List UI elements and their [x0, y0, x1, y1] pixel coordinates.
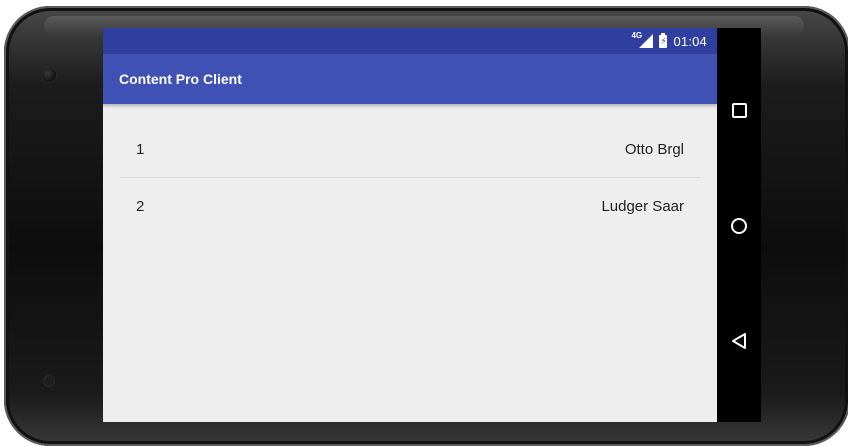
recents-button[interactable]	[717, 88, 761, 132]
status-time: 01:04	[673, 33, 707, 49]
list-item[interactable]: 1 Otto Brgl	[120, 121, 700, 178]
home-icon	[731, 218, 747, 234]
device-frame: 4G ⚡ 01:04 Content Pro Client 1 Otto Brg…	[0, 0, 848, 446]
app-bar: Content Pro Client	[103, 54, 717, 104]
item-id: 2	[136, 198, 145, 215]
front-camera	[42, 68, 56, 82]
back-button[interactable]	[717, 319, 761, 363]
status-bar: 4G ⚡ 01:04	[103, 28, 717, 54]
list-item[interactable]: 2 Ludger Saar	[120, 178, 700, 234]
item-name: Ludger Saar	[601, 198, 684, 215]
charging-bolt-icon: ⚡	[660, 35, 667, 46]
back-icon	[732, 333, 746, 349]
navigation-bar	[717, 28, 761, 422]
app-title: Content Pro Client	[119, 71, 242, 87]
content-list: 1 Otto Brgl 2 Ludger Saar	[120, 121, 700, 234]
signal-icon: 4G	[631, 31, 654, 49]
recents-icon	[731, 102, 747, 118]
battery-charging-icon: ⚡	[659, 32, 668, 48]
item-id: 1	[136, 141, 145, 158]
signal-strength-icon	[639, 34, 654, 48]
app-screen: 4G ⚡ 01:04 Content Pro Client 1 Otto Brg…	[103, 28, 717, 422]
phone-sensor	[44, 376, 54, 386]
item-name: Otto Brgl	[624, 141, 684, 158]
status-indicators: 4G ⚡ 01:04	[631, 31, 707, 50]
home-button[interactable]	[717, 204, 761, 248]
